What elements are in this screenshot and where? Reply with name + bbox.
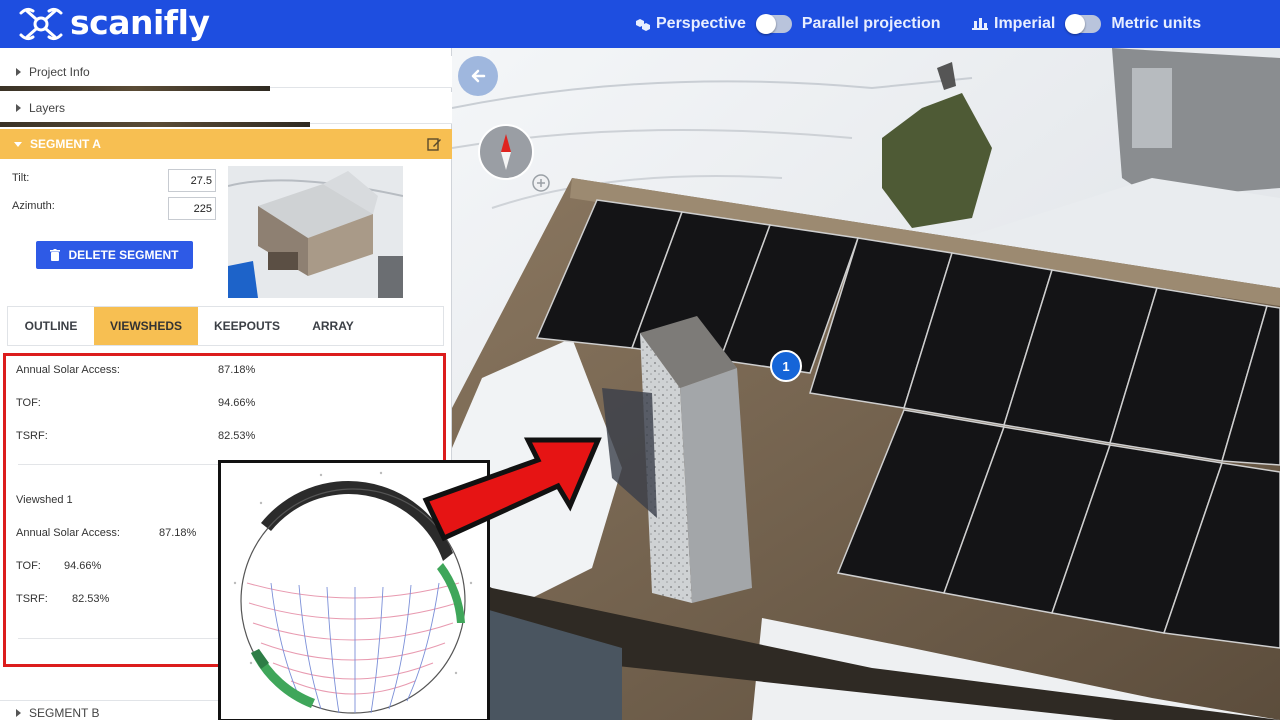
metric-units-label: Metric units [1111,15,1202,32]
collapse-icon [14,141,22,147]
roof-scene [452,48,1280,720]
callout-arrow [422,437,602,542]
compass-icon[interactable] [478,124,534,180]
tilt-input[interactable] [168,169,216,192]
viewshed-1-title: Viewshed 1 [16,494,73,506]
delete-segment-button[interactable]: DELETE SEGMENT [36,241,193,269]
tof-value: 94.66% [218,397,256,409]
viewshed-1-annual-label: Annual Solar Access: [16,527,120,539]
parallel-projection-label: Parallel projection [801,15,941,32]
tof-label: TOF: [16,397,41,409]
expand-icon [16,708,21,717]
units-toggle[interactable] [1065,14,1102,34]
tab-keepouts[interactable]: KEEPOUTS [198,307,296,345]
azimuth-label: Azimuth: [12,200,55,212]
projection-control: Perspective Parallel projection [632,0,941,48]
segment-a-header[interactable]: SEGMENT A [0,129,452,159]
viewshed-1-tsrf-value: 82.53% [72,593,110,605]
annual-solar-access-label: Annual Solar Access: [16,364,120,376]
projection-toggle[interactable] [755,14,792,34]
tab-viewsheds[interactable]: VIEWSHEDS [94,307,198,345]
annual-solar-access-value: 87.18% [218,364,256,376]
viewshed-1-annual-value: 87.18% [159,527,197,539]
plus-icon[interactable] [532,174,550,192]
tab-array[interactable]: ARRAY [296,307,370,345]
back-arrow-icon [471,69,486,83]
expand-icon [16,67,21,76]
back-button[interactable] [458,56,498,96]
top-bar: scanifly Perspective Parallel projection… [0,0,1280,48]
viewshed-1-tof-value: 94.66% [64,560,102,572]
imperial-label: Imperial [994,15,1056,32]
tilt-label: Tilt: [12,172,30,184]
segment-b-label: SEGMENT B [29,705,100,720]
perspective-icon [636,19,650,31]
trash-icon [50,249,61,261]
viewshed-1-tsrf-label: TSRF: [16,593,48,605]
project-info-row[interactable]: Project Info [0,56,452,88]
scanifly-logo-icon [19,7,63,41]
segment-tabs: OUTLINE VIEWSHEDS KEEPOUTS ARRAY [7,306,444,346]
edit-icon[interactable] [426,136,442,152]
expand-icon [16,103,21,112]
delete-segment-label: DELETE SEGMENT [68,248,179,262]
azimuth-input[interactable] [168,197,216,220]
perspective-label: Perspective [656,15,746,32]
3d-viewport[interactable]: 1 [452,48,1280,720]
segment-marker[interactable]: 1 [770,350,802,382]
layers-row[interactable]: Layers [0,92,452,124]
viewshed-1-tof-label: TOF: [16,560,41,572]
units-control: Imperial Metric units [970,0,1201,48]
tab-outline[interactable]: OUTLINE [8,307,94,345]
segment-a-label: SEGMENT A [30,137,101,151]
layers-label: Layers [29,100,66,115]
brand: scanifly [18,2,210,43]
tsrf-label: TSRF: [16,430,48,442]
decor-strip [0,86,270,91]
project-info-label: Project Info [29,64,90,79]
tsrf-value: 82.53% [218,430,256,442]
decor-strip [0,122,310,127]
brand-name: scanifly [70,2,210,42]
chart-bars-icon [972,18,988,30]
segment-thumbnail [228,166,403,298]
